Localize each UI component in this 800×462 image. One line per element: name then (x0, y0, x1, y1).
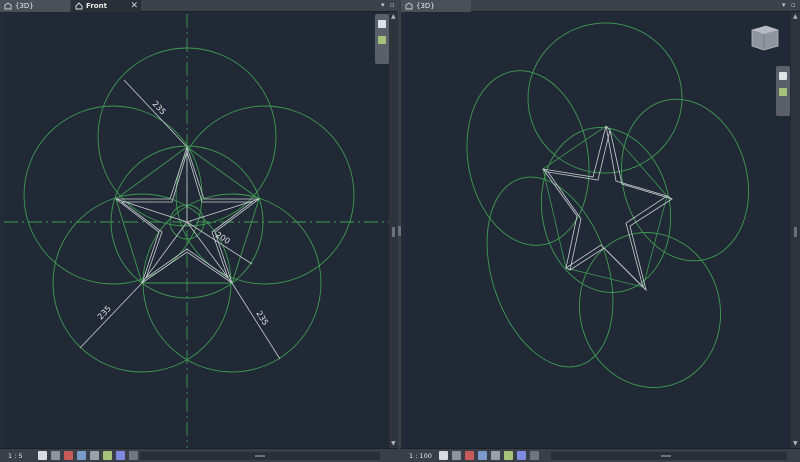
right-vertical-scrollbar[interactable]: ▲ ▼ (791, 12, 800, 448)
viewcube-icon[interactable] (748, 22, 782, 54)
home-icon (75, 2, 83, 10)
scroll-up-icon[interactable]: ▲ (793, 13, 798, 20)
revit-workspace: {3D} Front ✕ ▾ ▫ 235 200 235 235 ▲ ▼ 1:… (0, 0, 800, 462)
maximize-icon[interactable]: ▫ (390, 1, 395, 9)
show-crop-icon[interactable] (103, 451, 112, 460)
dimension-label: 200 (214, 230, 232, 246)
detail-level-icon[interactable] (439, 451, 448, 460)
sun-path-icon[interactable] (465, 451, 474, 460)
scroll-down-icon[interactable]: ▼ (793, 440, 798, 447)
crop-view-icon[interactable] (491, 451, 500, 460)
ellipse-bottom-right (578, 232, 722, 388)
steering-wheel-icon[interactable] (378, 20, 386, 28)
ellipse-right (621, 98, 749, 262)
dimension-label: 235 (151, 99, 168, 116)
view-scale[interactable]: 1 : 5 (8, 452, 38, 460)
detail-level-icon[interactable] (38, 451, 47, 460)
steering-wheel-icon[interactable] (779, 72, 787, 80)
3d-view-icon (4, 2, 12, 10)
maximize-icon[interactable]: ▫ (791, 1, 796, 9)
navigation-bar[interactable] (776, 66, 790, 116)
star-outline (114, 145, 261, 285)
ellipse-left (466, 70, 590, 246)
right-horizontal-scrollbar[interactable] (551, 452, 787, 460)
reveal-hidden-icon[interactable] (530, 451, 539, 460)
navigation-bar[interactable] (375, 14, 389, 64)
crop-view-icon[interactable] (90, 451, 99, 460)
right-view-pane: {3D} ▾ ▫ ▲ ▼ 1: 100 (401, 0, 800, 462)
3d-view-icon (405, 2, 413, 10)
sun-path-icon[interactable] (64, 451, 73, 460)
show-crop-icon[interactable] (504, 451, 513, 460)
tab-label: {3D} (15, 2, 34, 10)
left-horizontal-scrollbar[interactable] (140, 452, 380, 460)
scroll-grip (794, 227, 797, 237)
shadows-icon[interactable] (77, 451, 86, 460)
tab-3d[interactable]: {3D} (0, 0, 70, 12)
tab-3d[interactable]: {3D} (401, 0, 471, 12)
3d-model-drawing (466, 22, 749, 388)
dimension-line (123, 79, 188, 148)
front-elevation-drawing: 235 200 235 235 (4, 14, 389, 448)
front-view-canvas[interactable]: 235 200 235 235 (4, 12, 389, 448)
visual-style-icon[interactable] (452, 451, 461, 460)
tab-front[interactable]: Front ✕ (71, 0, 141, 12)
right-view-control-bar: 1 : 100 (401, 448, 800, 462)
left-view-pane: {3D} Front ✕ ▾ ▫ 235 200 235 235 ▲ ▼ 1:… (0, 0, 398, 462)
temporary-hide-icon[interactable] (116, 451, 125, 460)
dimension-line (79, 282, 143, 349)
scroll-grip (392, 227, 395, 237)
shadows-icon[interactable] (478, 451, 487, 460)
tab-menu-icon[interactable]: ▾ (782, 1, 786, 9)
3d-view-canvas[interactable] (405, 12, 791, 448)
scroll-up-icon[interactable]: ▲ (391, 13, 396, 20)
left-vertical-scrollbar[interactable]: ▲ ▼ (389, 12, 398, 448)
dimension-label: 235 (254, 309, 270, 327)
scroll-grip (255, 455, 265, 457)
left-view-control-bar: 1 : 5 (0, 448, 398, 462)
left-tabbar: {3D} Front ✕ ▾ ▫ (0, 0, 398, 12)
dimension-line (231, 282, 281, 360)
temporary-hide-icon[interactable] (517, 451, 526, 460)
tab-label: Front (86, 2, 107, 10)
right-tabbar: {3D} ▾ ▫ (401, 0, 800, 12)
view-scale[interactable]: 1 : 100 (409, 452, 439, 460)
tab-menu-icon[interactable]: ▾ (381, 1, 385, 9)
scroll-down-icon[interactable]: ▼ (391, 440, 396, 447)
zoom-icon[interactable] (779, 88, 787, 96)
dimension-label: 235 (96, 304, 113, 321)
scroll-grip (661, 455, 671, 457)
close-icon[interactable]: ✕ (130, 1, 138, 11)
ellipse-bottom-left (486, 176, 614, 368)
tab-label: {3D} (416, 2, 435, 10)
visual-style-icon[interactable] (51, 451, 60, 460)
zoom-icon[interactable] (378, 36, 386, 44)
ellipse-top (527, 22, 683, 174)
reveal-hidden-icon[interactable] (129, 451, 138, 460)
